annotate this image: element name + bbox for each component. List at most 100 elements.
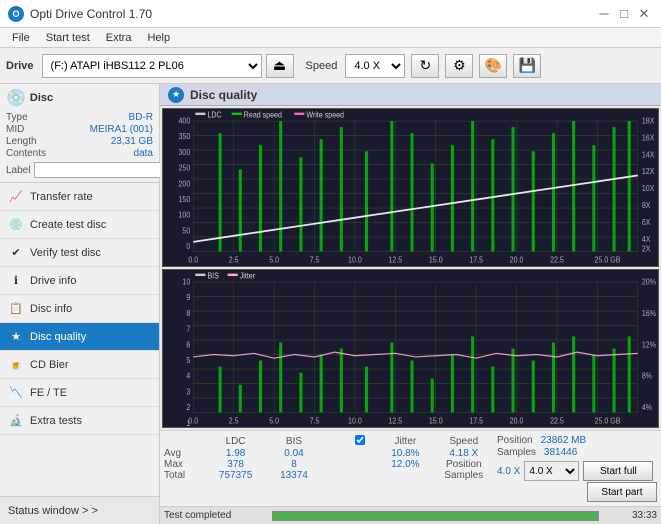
toolbar: Drive (F:) ATAPI iHBS112 2 PL06 ⏏ Speed … [0,48,661,84]
svg-text:12%: 12% [642,340,656,350]
sidebar-item-drive-info[interactable]: ℹ Drive info [0,267,159,295]
menu-help[interactable]: Help [139,30,178,46]
disc-type-label: Type [6,112,28,123]
time-display: 33:33 [607,510,657,521]
drive-info-icon: ℹ [8,273,24,289]
svg-text:2X: 2X [642,244,651,254]
svg-text:0.0: 0.0 [188,416,198,426]
svg-text:16%: 16% [642,308,656,318]
menubar: File Start test Extra Help [0,28,661,48]
svg-text:0.0: 0.0 [188,255,198,265]
titlebar: O Opti Drive Control 1.70 ─ □ ✕ [0,0,661,28]
settings-button[interactable]: ⚙ [445,54,473,78]
svg-text:4: 4 [186,371,191,381]
sidebar-item-drive-info-label: Drive info [30,275,76,287]
disc-quality-icon: ★ [8,329,24,345]
menu-start-test[interactable]: Start test [38,30,98,46]
sidebar-item-disc-info-label: Disc info [30,303,72,315]
disc-label-input[interactable] [34,162,172,178]
sidebar-item-disc-info[interactable]: 📋 Disc info [0,295,159,323]
nav-items: 📈 Transfer rate 💿 Create test disc ✔ Ver… [0,183,159,496]
speed-label: Speed [306,60,338,72]
svg-text:4X: 4X [642,234,651,244]
cd-bier-icon: 🍺 [8,357,24,373]
sidebar-item-fe-te-label: FE / TE [30,387,67,399]
sidebar-item-disc-quality-label: Disc quality [30,331,86,343]
total-label: Total [164,470,206,481]
svg-text:6X: 6X [642,217,651,227]
svg-text:2.5: 2.5 [229,416,239,426]
close-button[interactable]: ✕ [635,5,653,23]
sidebar-item-verify-test-disc[interactable]: ✔ Verify test disc [0,239,159,267]
sidebar-item-transfer-rate[interactable]: 📈 Transfer rate [0,183,159,211]
transfer-rate-icon: 📈 [8,189,24,205]
progress-bar-fill [273,512,598,520]
max-jitter: 12.0% [376,459,434,470]
disc-quality-title: Disc quality [190,88,257,102]
sidebar-item-transfer-rate-label: Transfer rate [30,191,93,203]
svg-text:Jitter: Jitter [240,271,256,281]
svg-text:50: 50 [182,226,190,236]
svg-text:2.5: 2.5 [229,255,239,265]
jitter-header: Jitter [376,435,434,448]
sidebar-item-cd-bier[interactable]: 🍺 CD Bier [0,351,159,379]
svg-text:Write speed: Write speed [306,110,344,120]
svg-text:5.0: 5.0 [269,416,279,426]
svg-text:200: 200 [178,179,190,189]
status-window-button[interactable]: Status window > > [0,496,159,524]
sidebar-item-create-test-disc[interactable]: 💿 Create test disc [0,211,159,239]
svg-text:350: 350 [178,132,190,142]
color-button[interactable]: 🎨 [479,54,507,78]
save-button[interactable]: 💾 [513,54,541,78]
extra-tests-icon: 🔬 [8,413,24,429]
speed-select[interactable]: 4.0 X 1.0 X 2.0 X 8.0 X [345,54,405,78]
menu-extra[interactable]: Extra [98,30,140,46]
sidebar-item-create-test-disc-label: Create test disc [30,219,106,231]
disc-length-value: 23,31 GB [111,136,153,147]
svg-text:6: 6 [186,340,190,350]
svg-text:5: 5 [186,355,190,365]
svg-text:10X: 10X [642,184,655,194]
start-full-button[interactable]: Start full [583,461,653,481]
disc-mid-label: MID [6,124,24,135]
ldc-chart: 400 350 300 250 200 150 100 50 0 18X 16X… [162,108,659,267]
minimize-button[interactable]: ─ [595,5,613,23]
refresh-button[interactable]: ↻ [411,54,439,78]
disc-type-row: Type BD-R [6,112,153,123]
svg-text:4%: 4% [642,402,652,412]
svg-text:12.5: 12.5 [388,255,402,265]
sidebar-item-verify-test-disc-label: Verify test disc [30,247,101,259]
speed-stat-select[interactable]: 4.0 X [524,461,579,481]
svg-text:14X: 14X [642,150,655,160]
eject-button[interactable]: ⏏ [266,54,294,78]
disc-type-value: BD-R [129,112,153,123]
jitter-checkbox[interactable] [355,435,365,445]
avg-bis: 0.04 [265,448,323,459]
sidebar-item-extra-tests[interactable]: 🔬 Extra tests [0,407,159,435]
ldc-chart-svg: 400 350 300 250 200 150 100 50 0 18X 16X… [163,109,658,266]
sidebar-item-disc-quality[interactable]: ★ Disc quality [0,323,159,351]
max-bis: 8 [265,459,323,470]
position-label: Position [435,459,493,470]
stats-right: Position 23862 MB Samples 381446 4.0 X 4… [497,435,657,502]
svg-text:100: 100 [178,210,190,220]
svg-text:22.5: 22.5 [550,416,564,426]
drive-label: Drive [6,60,34,72]
drive-select[interactable]: (F:) ATAPI iHBS112 2 PL06 [42,54,262,78]
svg-text:20%: 20% [642,277,656,287]
svg-text:20.0: 20.0 [510,416,524,426]
avg-speed: 4.18 X [435,448,493,459]
svg-text:7: 7 [186,324,190,334]
start-part-button[interactable]: Start part [587,482,657,502]
svg-text:250: 250 [178,163,190,173]
maximize-button[interactable]: □ [615,5,633,23]
disc-length-label: Length [6,136,37,147]
svg-text:8%: 8% [642,371,652,381]
progress-bar [272,511,599,521]
sidebar-item-fe-te[interactable]: 📉 FE / TE [0,379,159,407]
disc-icon: 💿 [6,88,26,108]
disc-section-title: Disc [30,92,53,104]
max-ldc: 378 [206,459,264,470]
disc-contents-value: data [134,148,153,159]
menu-file[interactable]: File [4,30,38,46]
